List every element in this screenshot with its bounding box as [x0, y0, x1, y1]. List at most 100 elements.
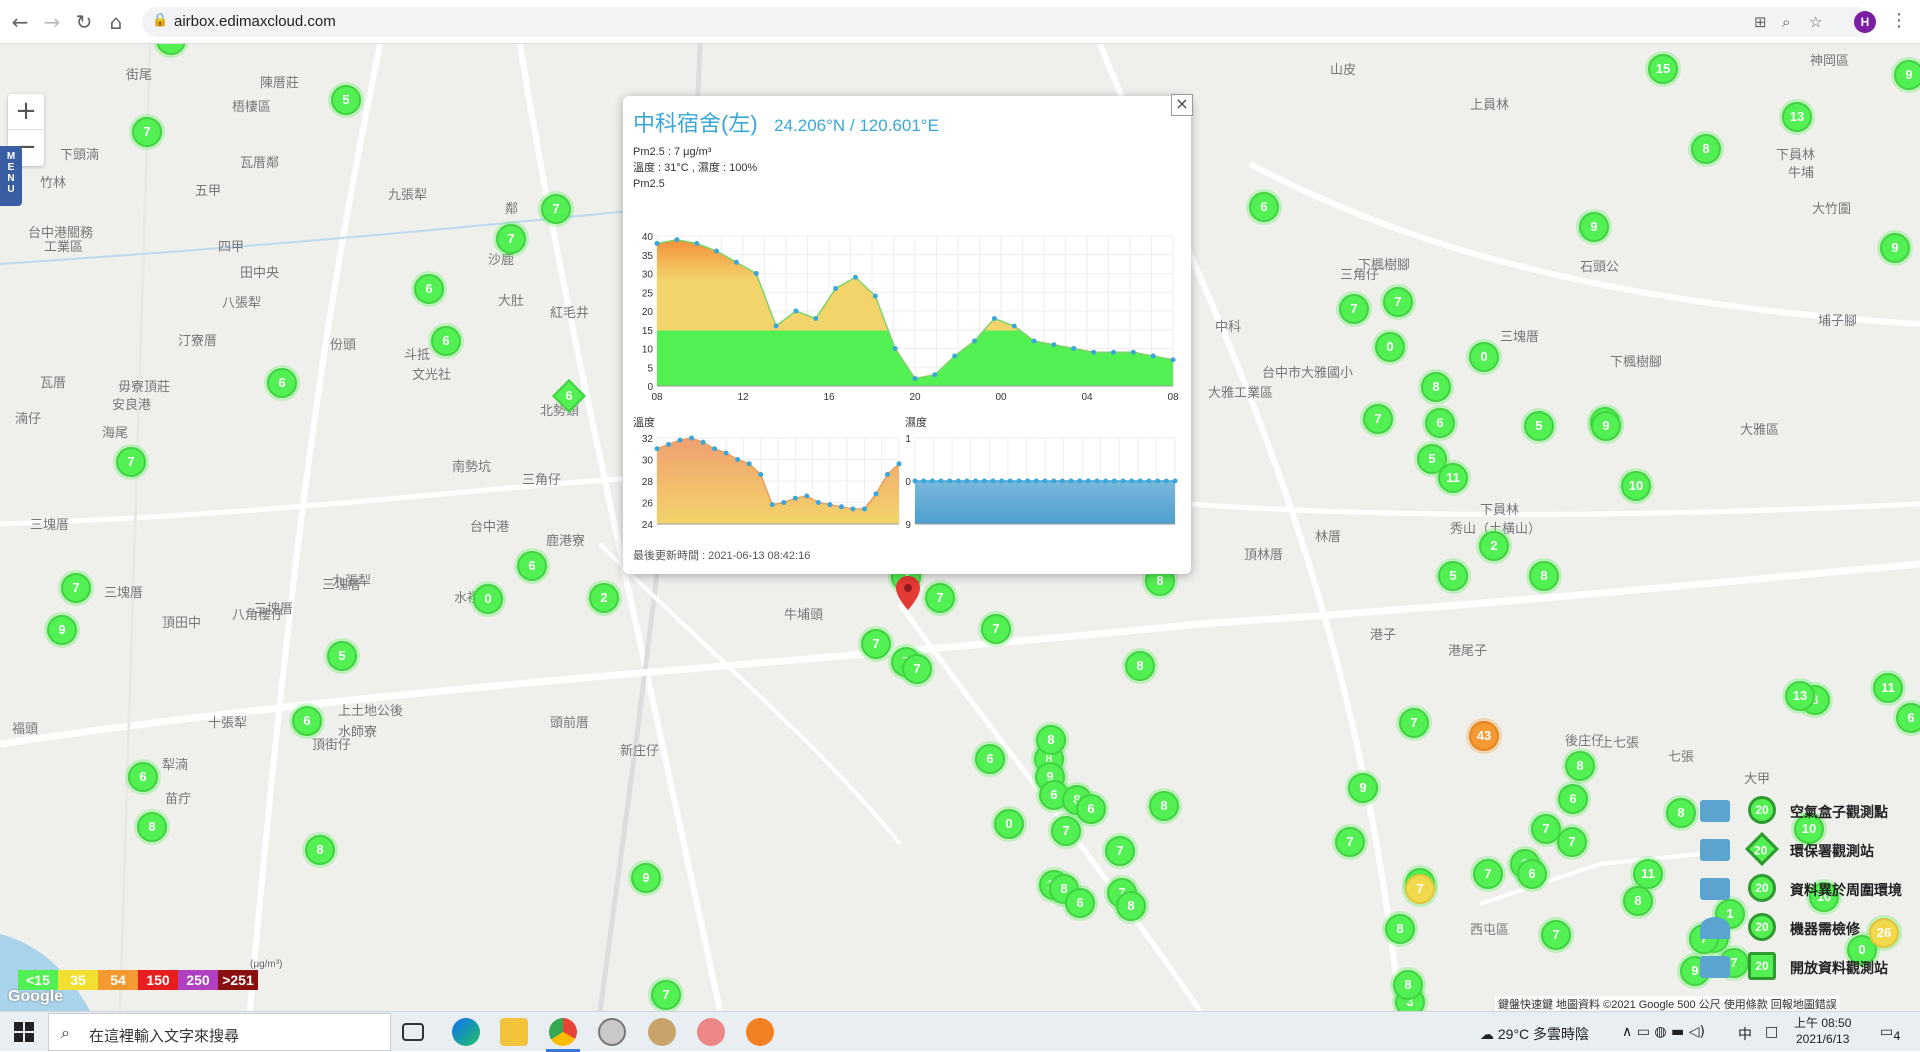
edge-browser-icon[interactable] [452, 1018, 480, 1046]
airbox-marker[interactable]: 6 [414, 274, 444, 304]
close-icon[interactable]: × [1171, 94, 1193, 116]
location-pin-icon[interactable] [896, 576, 920, 610]
airbox-marker[interactable]: 6 [128, 762, 158, 792]
airbox-marker[interactable]: 43 [1469, 721, 1499, 751]
forward-arrow-icon[interactable]: → [40, 10, 64, 34]
blender-icon[interactable] [746, 1018, 774, 1046]
airbox-marker[interactable]: 8 [1036, 725, 1066, 755]
airbox-marker[interactable]: 8 [1116, 891, 1146, 921]
airbox-marker[interactable]: 9 [1894, 60, 1920, 90]
translate-icon[interactable]: ⊞ [1754, 13, 1767, 31]
airbox-marker[interactable]: 7 [541, 194, 571, 224]
airbox-marker[interactable]: 8 [1125, 651, 1155, 681]
airbox-marker[interactable]: 8 [1666, 798, 1696, 828]
airbox-marker[interactable]: 8 [137, 812, 167, 842]
profile-avatar[interactable]: H [1854, 11, 1876, 33]
airbox-marker[interactable]: 15 [1648, 54, 1678, 84]
home-icon[interactable]: ⌂ [104, 10, 128, 34]
airbox-marker[interactable]: 9 [631, 863, 661, 893]
bookmark-star-icon[interactable]: ☆ [1809, 13, 1822, 31]
airbox-marker[interactable]: 7 [1105, 836, 1135, 866]
app-icon-mascot[interactable] [648, 1018, 676, 1046]
airbox-marker[interactable]: 7 [1363, 404, 1393, 434]
reload-icon[interactable]: ↻ [72, 10, 96, 34]
airbox-marker[interactable]: 8 [1385, 914, 1415, 944]
airbox-marker[interactable]: 7 [132, 117, 162, 147]
airbox-marker[interactable]: 6 [267, 368, 297, 398]
app-icon-compass[interactable] [598, 1018, 626, 1046]
airbox-marker[interactable]: 10 [1621, 471, 1651, 501]
airbox-marker[interactable]: 8 [1623, 886, 1653, 916]
airbox-marker[interactable]: 2 [589, 583, 619, 613]
taskbar-search[interactable]: ⌕ 在這裡輸入文字來搜尋 [48, 1013, 391, 1051]
airbox-marker[interactable]: 5 [327, 641, 357, 671]
airbox-marker[interactable]: 11 [1633, 859, 1663, 889]
notification-icon[interactable]: ▭4 [1880, 1024, 1901, 1043]
browser-menu-icon[interactable]: ⋮ [1890, 10, 1908, 31]
airbox-marker[interactable]: 6 [1425, 408, 1455, 438]
airbox-marker[interactable]: 7 [1473, 859, 1503, 889]
airbox-marker[interactable]: 7 [902, 654, 932, 684]
menu-tab[interactable]: MENU [0, 146, 22, 206]
map-canvas[interactable]: 街尾 陳厝莊 梧棲區 五甲 下頭湳 瓦厝鄰 竹林 九張犁 台中港關務 工業區 四甲 田中央 八張犁 汀寮厝… [0, 44, 1920, 1011]
airbox-marker[interactable]: 7 [861, 629, 891, 659]
airbox-marker[interactable]: 8 [1565, 751, 1595, 781]
airbox-marker[interactable]: 6 [1076, 794, 1106, 824]
airbox-marker[interactable]: 9 [1880, 233, 1910, 263]
file-explorer-icon[interactable] [500, 1018, 528, 1046]
address-bar[interactable]: 🔒 airbox.edimaxcloud.com ⊞ ⌕ ☆ [142, 7, 1872, 37]
back-arrow-icon[interactable]: ← [8, 10, 32, 34]
airbox-marker[interactable]: 7 [1399, 708, 1429, 738]
ime-mode-icon[interactable]: □ [1765, 1024, 1778, 1040]
airbox-marker[interactable]: 6 [431, 326, 461, 356]
airbox-marker[interactable]: 6 [1558, 784, 1588, 814]
airbox-marker[interactable]: 9 [1591, 411, 1621, 441]
taskbar-clock[interactable]: 上午 08:50 2021/6/13 [1794, 1015, 1851, 1047]
airbox-marker[interactable]: 0 [473, 584, 503, 614]
zoom-in-button[interactable]: + [8, 94, 44, 130]
airbox-marker[interactable]: 7 [1405, 874, 1435, 904]
airbox-marker[interactable]: 13 [1785, 681, 1815, 711]
airbox-marker[interactable]: 11 [1873, 673, 1903, 703]
airbox-marker[interactable]: 7 [925, 583, 955, 613]
map-attribution[interactable]: 鍵盤快速鍵 地圖資料 ©2021 Google 500 公尺 使用條款 回報地圖… [1495, 996, 1840, 1011]
airbox-marker[interactable]: 8 [1421, 372, 1451, 402]
airbox-marker[interactable]: 7 [1339, 294, 1369, 324]
airbox-marker[interactable]: 7 [981, 614, 1011, 644]
airbox-marker[interactable]: 7 [1541, 920, 1571, 950]
airbox-marker[interactable]: 9 [47, 615, 77, 645]
tray-icons[interactable]: ∧ ▭ ◍ ▬ ◁) [1622, 1024, 1705, 1040]
airbox-marker[interactable]: 7 [116, 447, 146, 477]
airbox-marker[interactable]: 6 [1065, 888, 1095, 918]
app-icon-bird[interactable] [697, 1018, 725, 1046]
ime-indicator[interactable]: 中 [1738, 1024, 1752, 1044]
airbox-marker[interactable]: 2 [1479, 531, 1509, 561]
airbox-marker[interactable]: 8 [1393, 970, 1423, 1000]
airbox-marker[interactable]: 9 [1579, 212, 1609, 242]
airbox-marker[interactable]: 6 [975, 744, 1005, 774]
airbox-marker[interactable]: 8 [305, 835, 335, 865]
airbox-marker[interactable]: 6 [517, 551, 547, 581]
airbox-marker[interactable]: 8 [1691, 134, 1721, 164]
airbox-marker[interactable]: 7 [1557, 827, 1587, 857]
windows-start-icon[interactable] [14, 1022, 34, 1042]
airbox-marker[interactable]: 0 [1469, 342, 1499, 372]
zoom-icon[interactable]: ⌕ [1782, 13, 1790, 31]
airbox-marker[interactable]: 9 [1348, 773, 1378, 803]
airbox-marker[interactable]: 6 [1249, 192, 1279, 222]
airbox-marker[interactable]: 6 [1896, 703, 1920, 733]
airbox-marker[interactable]: 0 [994, 809, 1024, 839]
airbox-marker[interactable]: 6 [292, 706, 322, 736]
airbox-marker[interactable]: 11 [1438, 463, 1468, 493]
airbox-marker[interactable]: 0 [1375, 332, 1405, 362]
airbox-marker[interactable]: 5 [1438, 561, 1468, 591]
airbox-marker[interactable]: 7 [496, 224, 526, 254]
airbox-marker[interactable]: 13 [1782, 102, 1812, 132]
airbox-marker[interactable]: 7 [1335, 827, 1365, 857]
airbox-marker[interactable]: 6 [1517, 859, 1547, 889]
airbox-marker[interactable]: 7 [61, 573, 91, 603]
airbox-marker[interactable]: 8 [1529, 561, 1559, 591]
chrome-browser-icon[interactable] [549, 1018, 577, 1046]
airbox-marker[interactable]: 7 [1383, 287, 1413, 317]
airbox-marker[interactable]: 7 [1051, 816, 1081, 846]
